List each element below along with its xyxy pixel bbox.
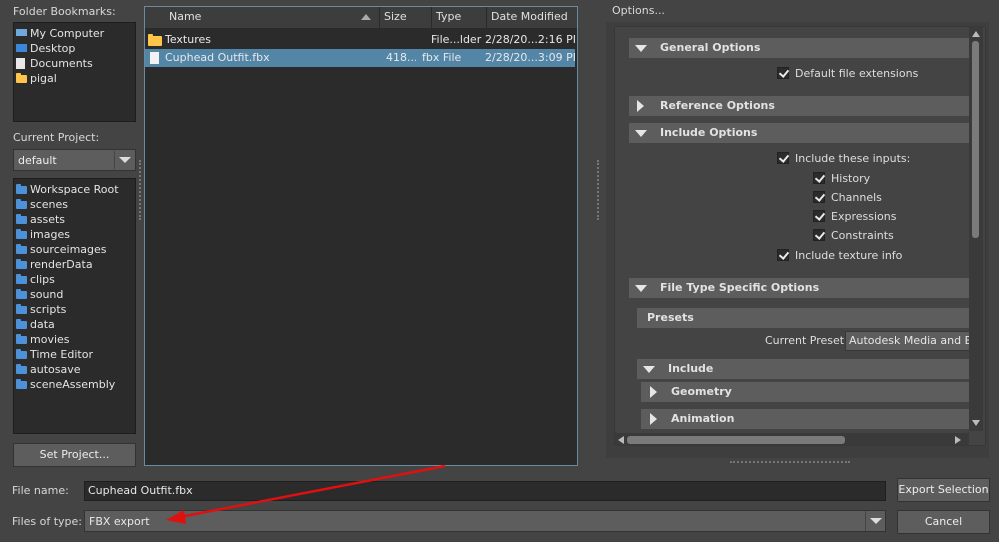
annotation-arrow-line <box>179 464 446 519</box>
annotation-arrow-head <box>166 510 186 524</box>
annotation-arrow <box>166 464 446 524</box>
